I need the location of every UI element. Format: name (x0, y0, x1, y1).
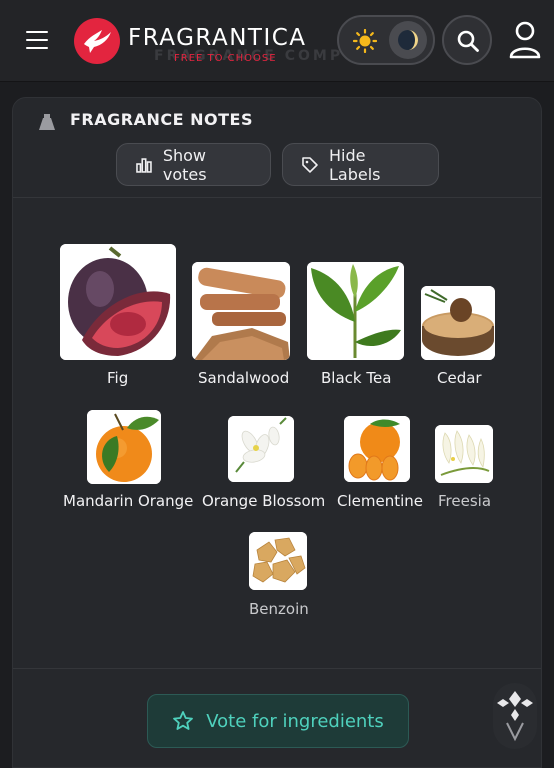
hide-labels-label: Hide Labels (328, 145, 381, 184)
hide-labels-button[interactable]: Hide Labels (282, 143, 439, 186)
notes-pyramid: Fig Sandalwood Black Tea Cedar Mandarin … (13, 198, 541, 668)
benzoin-image (249, 532, 307, 590)
logo-bird-icon[interactable] (74, 18, 120, 64)
sun-icon (353, 29, 377, 53)
moon-icon (398, 30, 418, 50)
black-tea-image (307, 262, 404, 360)
fig-image (60, 244, 176, 360)
note-label: Fig (107, 369, 129, 387)
note-label: Sandalwood (198, 369, 290, 387)
hamburger-icon[interactable] (26, 31, 48, 49)
show-votes-label: Show votes (162, 145, 207, 184)
card-header: FRAGRANCE NOTES Show votes Hide Labels (13, 98, 541, 198)
vote-label: Vote for ingredients (206, 710, 384, 732)
clementine-image (344, 416, 410, 482)
theme-knob[interactable] (389, 21, 427, 59)
note-label: Black Tea (321, 369, 392, 387)
brand-name[interactable]: FRAGRANTICA (128, 25, 307, 51)
star-icon (173, 711, 194, 730)
sandalwood-image (192, 262, 290, 360)
top-navbar: FRAGRANCE COMPOSITION FRAGRANTICA FREE T… (0, 0, 554, 82)
feedback-badge[interactable] (493, 683, 537, 749)
note-label: Orange Blossom (202, 492, 326, 510)
note-label: Clementine (337, 492, 424, 510)
note-label: Cedar (437, 369, 482, 387)
theme-toggle[interactable] (337, 15, 435, 65)
orange-blossom-image (228, 416, 294, 482)
search-button[interactable] (442, 15, 492, 65)
card-title: FRAGRANCE NOTES (70, 110, 253, 129)
show-votes-button[interactable]: Show votes (116, 143, 271, 186)
freesia-image (435, 425, 493, 483)
note-label: Mandarin Orange (63, 492, 194, 510)
flask-icon (39, 114, 55, 130)
cedar-image (421, 286, 495, 360)
card-footer: Vote for ingredients (13, 668, 541, 768)
note-label: Freesia (438, 492, 492, 510)
search-icon (457, 30, 479, 52)
tag-icon (302, 156, 318, 173)
bar-chart-icon (136, 157, 152, 173)
mandarin-orange-image (87, 410, 161, 484)
fragrance-notes-card: FRAGRANCE NOTES Show votes Hide Labels F… (12, 97, 542, 768)
user-icon[interactable] (508, 20, 542, 60)
vote-for-ingredients-button[interactable]: Vote for ingredients (147, 694, 409, 748)
brand-tagline: FREE TO CHOOSE (174, 53, 277, 64)
note-label: Benzoin (249, 600, 309, 618)
diamond-logo-icon (497, 691, 533, 742)
